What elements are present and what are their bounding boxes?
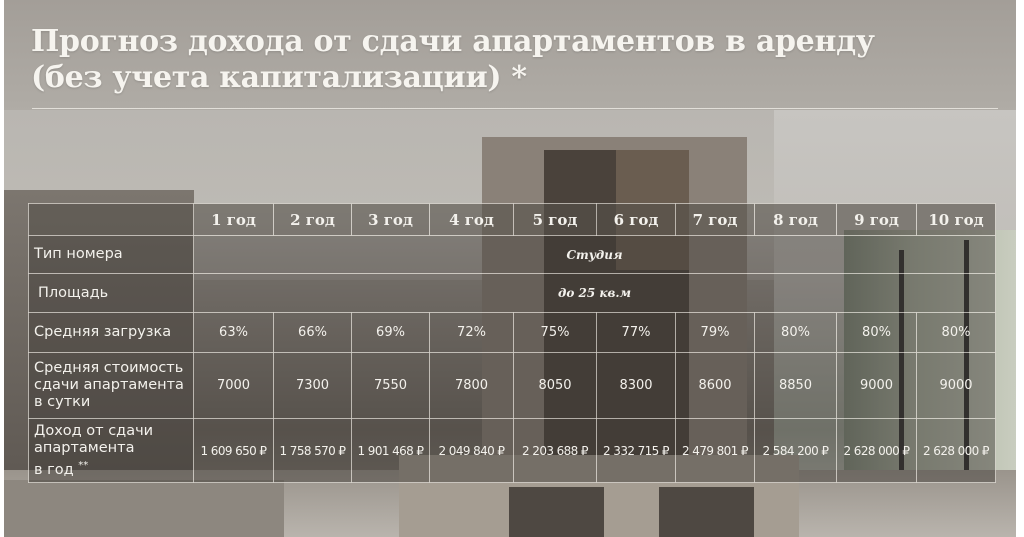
header-year-10: 10 год xyxy=(916,203,996,236)
daily-rate-cell: 7800 xyxy=(429,352,514,419)
annual-income-cell: 1 901 468 ₽ xyxy=(351,418,430,483)
annual-income-cell: 2 332 715 ₽ xyxy=(596,418,676,483)
daily-rate-cell: 8850 xyxy=(754,352,837,419)
occupancy-cell: 79% xyxy=(675,312,755,353)
header-corner-cell xyxy=(28,203,194,236)
row-label-line: Средняя стоимость xyxy=(34,360,184,376)
header-year-6: 6 год xyxy=(596,203,676,236)
daily-rate-cell: 8050 xyxy=(513,352,597,419)
row-label-line: Доход от сдачи xyxy=(34,422,154,439)
daily-rate-cell: 8600 xyxy=(675,352,755,419)
daily-rate-cell: 9000 xyxy=(836,352,917,419)
occupancy-cell: 80% xyxy=(754,312,837,353)
row-label-room-type: Тип номера xyxy=(28,235,194,274)
area-value: до 25 кв.м xyxy=(193,273,996,313)
income-forecast-table: 1 год 2 год 3 год 4 год 5 год 6 год 7 го… xyxy=(28,203,996,483)
occupancy-cell: 69% xyxy=(351,312,430,353)
header-year-1: 1 год xyxy=(193,203,274,236)
table-header-row: 1 год 2 год 3 год 4 год 5 год 6 год 7 го… xyxy=(28,203,996,236)
header-year-5: 5 год xyxy=(513,203,597,236)
table-row-area: Площадь до 25 кв.м xyxy=(28,273,996,313)
occupancy-cell: 66% xyxy=(273,312,352,353)
row-label-line: в сутки xyxy=(34,394,91,410)
room-type-value: Студия xyxy=(193,235,996,274)
annual-income-cell: 2 628 000 ₽ xyxy=(836,418,917,483)
occupancy-cell: 72% xyxy=(429,312,514,353)
row-label-text: в год xyxy=(34,461,74,478)
slide: Прогноз дохода от сдачи апартаментов в а… xyxy=(4,0,1016,537)
annual-income-cell: 2 628 000 ₽ xyxy=(916,418,996,483)
daily-rate-cell: 7550 xyxy=(351,352,430,419)
daily-rate-cell: 7300 xyxy=(273,352,352,419)
daily-rate-cell: 7000 xyxy=(193,352,274,419)
background-pillow xyxy=(659,487,754,537)
annual-income-cell: 1 609 650 ₽ xyxy=(193,418,274,483)
page-title-line-2: (без учета капитализации) * xyxy=(31,60,527,95)
header-year-8: 8 год xyxy=(754,203,837,236)
occupancy-cell: 75% xyxy=(513,312,597,353)
occupancy-cell: 63% xyxy=(193,312,274,353)
row-label-avg-daily-rate: Средняя стоимость сдачи апартамента в су… xyxy=(28,352,194,419)
row-label-line: в год ** xyxy=(34,457,193,479)
row-label-line: сдачи апартамента xyxy=(34,377,184,393)
daily-rate-cell: 8300 xyxy=(596,352,676,419)
table-row-avg-occupancy: Средняя загрузка 63% 66% 69% 72% 75% 77%… xyxy=(28,312,996,353)
footnote-marker: ** xyxy=(78,459,89,471)
header-year-9: 9 год xyxy=(836,203,917,236)
occupancy-cell: 80% xyxy=(836,312,917,353)
background-coffee-table xyxy=(4,480,284,537)
table-row-annual-income: Доход от сдачи апартамента в год ** 1 60… xyxy=(28,418,996,483)
row-label-annual-income: Доход от сдачи апартамента в год ** xyxy=(28,418,194,483)
daily-rate-cell: 9000 xyxy=(916,352,996,419)
annual-income-cell: 2 584 200 ₽ xyxy=(754,418,837,483)
page-title: Прогноз дохода от сдачи апартаментов в а… xyxy=(31,24,991,96)
header-year-7: 7 год xyxy=(675,203,755,236)
annual-income-cell: 2 049 840 ₽ xyxy=(429,418,514,483)
occupancy-cell: 80% xyxy=(916,312,996,353)
occupancy-cell: 77% xyxy=(596,312,676,353)
page-title-line-1: Прогноз дохода от сдачи апартаментов в а… xyxy=(31,24,875,59)
background-pillow xyxy=(509,487,604,537)
annual-income-cell: 1 758 570 ₽ xyxy=(273,418,352,483)
row-label-avg-occupancy: Средняя загрузка xyxy=(28,312,194,353)
table-row-room-type: Тип номера Студия xyxy=(28,235,996,274)
header-year-3: 3 год xyxy=(351,203,430,236)
row-label-line: апартамента xyxy=(34,439,135,456)
row-label-area: Площадь xyxy=(28,273,194,313)
header-year-4: 4 год xyxy=(429,203,514,236)
annual-income-cell: 2 203 688 ₽ xyxy=(513,418,597,483)
table-row-avg-daily-rate: Средняя стоимость сдачи апартамента в су… xyxy=(28,352,996,419)
annual-income-cell: 2 479 801 ₽ xyxy=(675,418,755,483)
title-divider xyxy=(32,108,998,109)
header-year-2: 2 год xyxy=(273,203,352,236)
